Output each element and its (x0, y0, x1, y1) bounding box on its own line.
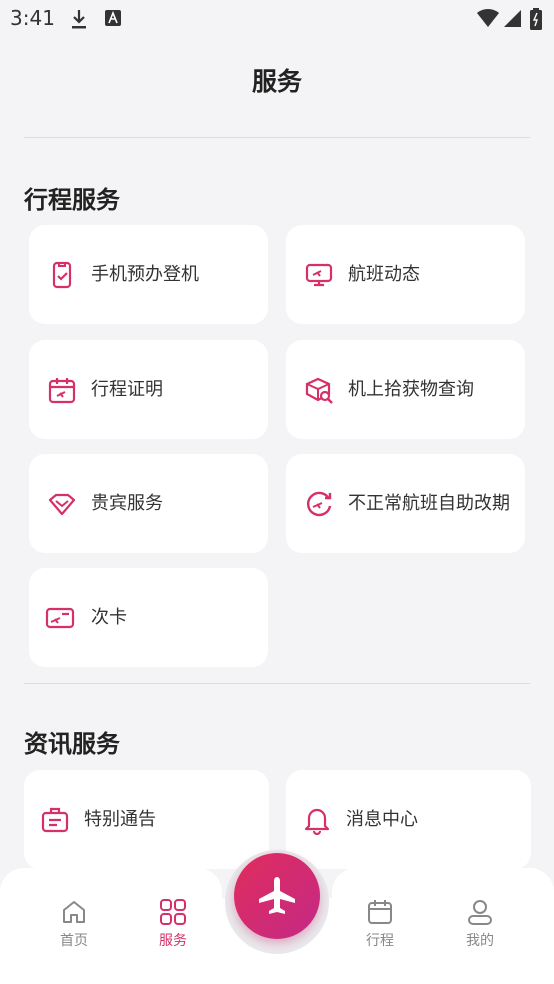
pass-card-icon (45, 607, 75, 628)
download-icon (72, 10, 86, 29)
profile-icon (468, 900, 492, 925)
grid-icon (160, 899, 186, 925)
nav-label-services: 服务 (159, 933, 187, 949)
service-card-reschedule[interactable]: 不正常航班自助改期 (286, 454, 525, 553)
service-card-flight-status[interactable]: 航班动态 (286, 225, 525, 324)
page-title: 服务 (251, 67, 302, 96)
service-card-notice[interactable]: 特别通告 (24, 770, 269, 869)
nav-trips[interactable]: 行程 (340, 898, 420, 958)
center-flight-button[interactable] (234, 853, 320, 939)
service-label: 次卡 (91, 606, 127, 628)
nav-home[interactable]: 首页 (34, 898, 114, 958)
service-card-mobile-checkin[interactable]: 手机预办登机 (29, 225, 268, 324)
reschedule-icon (306, 491, 332, 516)
vip-diamond-icon (48, 493, 76, 515)
status-time: 3:41 (10, 6, 55, 30)
nav-label-trips: 行程 (366, 933, 394, 949)
service-card-messages[interactable]: 消息中心 (286, 770, 531, 869)
service-label: 不正常航班自助改期 (348, 492, 510, 514)
section-title-trip-services: 行程服务 (24, 186, 120, 214)
signal-icon (504, 10, 521, 27)
itinerary-calendar-icon (48, 377, 76, 403)
nav-profile[interactable]: 我的 (440, 898, 520, 958)
bell-icon (304, 808, 330, 835)
airplane-icon (259, 877, 295, 914)
nav-services[interactable]: 服务 (133, 898, 213, 958)
lost-found-icon (305, 377, 333, 404)
service-card-itinerary[interactable]: 行程证明 (29, 340, 268, 439)
flight-status-icon (305, 263, 333, 286)
section-divider (24, 683, 530, 684)
nav-label-profile: 我的 (466, 933, 494, 949)
section-title-info-services: 资讯服务 (24, 730, 120, 758)
nav-label-home: 首页 (60, 933, 88, 949)
battery-icon (530, 8, 542, 30)
service-card-lost-found[interactable]: 机上拾获物查询 (286, 340, 525, 439)
service-label: 特别通告 (84, 808, 156, 830)
mobile-checkin-icon (52, 261, 72, 288)
service-label: 贵宾服务 (91, 492, 163, 514)
status-bar: 3:41 (0, 0, 554, 40)
notice-briefcase-icon (41, 807, 69, 832)
calendar-icon (368, 900, 392, 924)
header-divider (24, 137, 530, 138)
service-label: 手机预办登机 (91, 263, 199, 285)
service-label: 航班动态 (348, 263, 420, 285)
service-label: 机上拾获物查询 (348, 378, 474, 400)
app-notification-icon (105, 10, 121, 26)
service-label: 消息中心 (346, 808, 418, 830)
wifi-icon (477, 8, 499, 27)
service-card-vip[interactable]: 贵宾服务 (29, 454, 268, 553)
home-icon (63, 901, 85, 923)
service-label: 行程证明 (91, 378, 163, 400)
service-card-pass[interactable]: 次卡 (29, 568, 268, 667)
